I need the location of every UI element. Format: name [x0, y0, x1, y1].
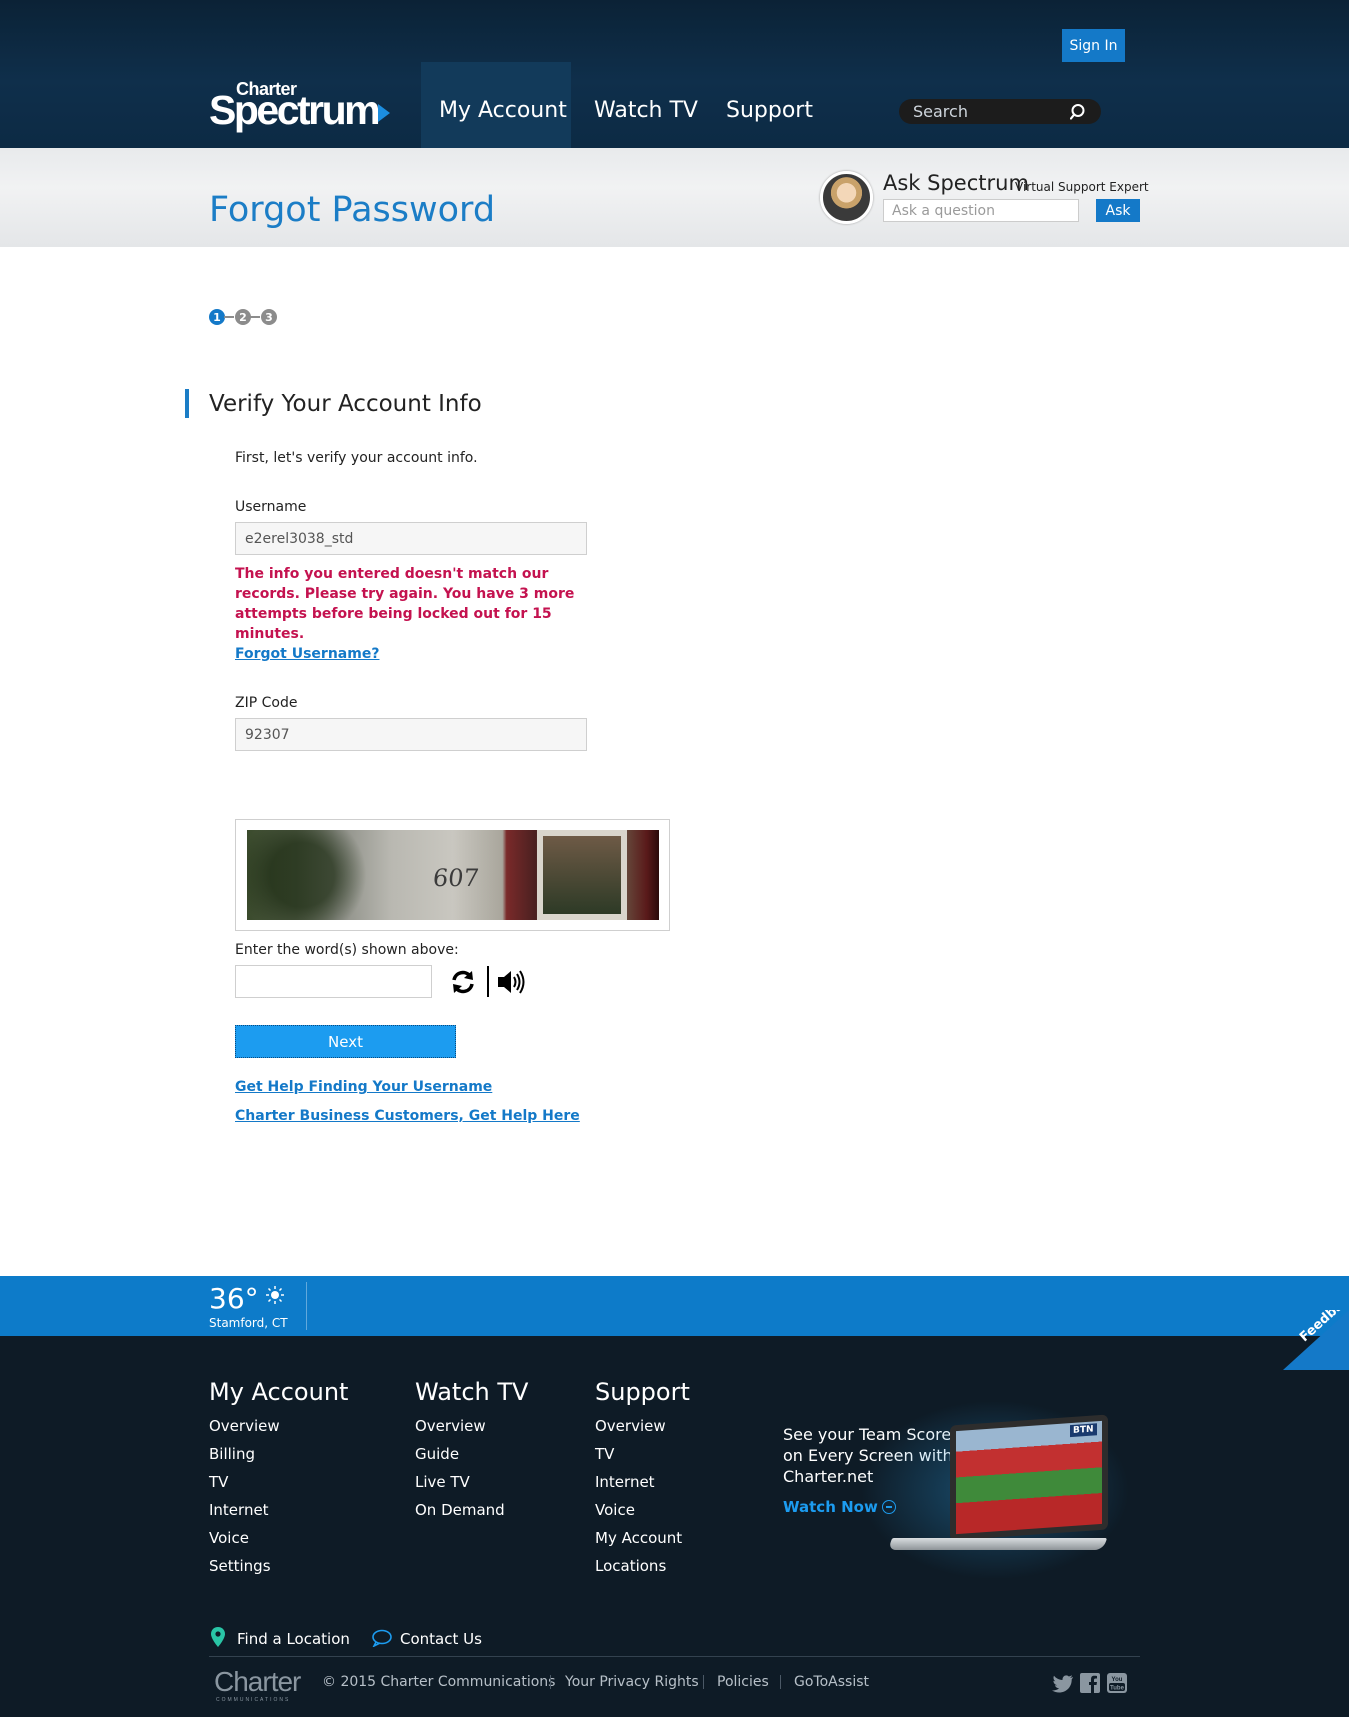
- footer-link-overview[interactable]: Overview: [415, 1416, 486, 1436]
- footer-link-internet[interactable]: Internet: [209, 1500, 269, 1520]
- find-location-link[interactable]: Find a Location: [237, 1629, 350, 1649]
- zip-code-label: ZIP Code: [235, 695, 298, 711]
- privacy-rights-link[interactable]: Your Privacy Rights: [565, 1672, 699, 1692]
- footer-link-voice[interactable]: Voice: [595, 1500, 635, 1520]
- twitter-icon[interactable]: [1052, 1673, 1074, 1693]
- nav-watch-tv[interactable]: Watch TV: [594, 96, 698, 126]
- footer-link-tv[interactable]: TV: [209, 1472, 228, 1492]
- footer-link-guide[interactable]: Guide: [415, 1444, 459, 1464]
- page-title: Forgot Password: [209, 190, 496, 230]
- youtube-icon[interactable]: You Tube: [1106, 1673, 1128, 1693]
- policies-link[interactable]: Policies: [717, 1672, 769, 1692]
- refresh-captcha-icon[interactable]: [449, 968, 477, 996]
- search-icon[interactable]: [1070, 103, 1088, 121]
- footer-link-locations[interactable]: Locations: [595, 1556, 666, 1576]
- captcha-text: 607: [431, 864, 481, 892]
- search-input[interactable]: [913, 101, 1063, 122]
- captcha-divider: [487, 966, 489, 997]
- footer-link-on-demand[interactable]: On Demand: [415, 1500, 505, 1520]
- footer-link-billing[interactable]: Billing: [209, 1444, 255, 1464]
- footer-link-voice[interactable]: Voice: [209, 1528, 249, 1548]
- laptop-screen: BTN: [950, 1414, 1108, 1541]
- help-finding-username-link[interactable]: Get Help Finding Your Username: [235, 1077, 492, 1097]
- step-2-indicator: 2: [235, 309, 251, 325]
- step-1-indicator: 1: [209, 309, 225, 325]
- logo-arrow-icon: [378, 104, 390, 122]
- copyright-text: © 2015 Charter Communications: [322, 1674, 556, 1690]
- captcha-tree-shape: [247, 830, 367, 920]
- step-3-indicator: 3: [261, 309, 277, 325]
- location-pin-icon: [211, 1627, 225, 1647]
- legal-separator: [550, 1675, 551, 1689]
- site-header: Sign In Charter Spectrum My Account Watc…: [0, 0, 1349, 148]
- footer-link-overview[interactable]: Overview: [209, 1416, 280, 1436]
- legal-separator: [780, 1675, 781, 1689]
- sun-icon: [266, 1286, 284, 1304]
- next-button[interactable]: Next: [235, 1025, 456, 1058]
- nav-my-account[interactable]: My Account: [439, 96, 567, 126]
- footer-link-settings[interactable]: Settings: [209, 1556, 271, 1576]
- feedback-tab[interactable]: Feedback: [1283, 1310, 1349, 1370]
- captcha-label: Enter the word(s) shown above:: [235, 942, 459, 958]
- captcha-image: 607: [247, 830, 659, 920]
- forgot-username-link[interactable]: Forgot Username?: [235, 644, 379, 664]
- weather-city: Stamford, CT: [209, 1316, 288, 1330]
- zip-code-field[interactable]: [235, 718, 587, 751]
- weather-bar: [0, 1276, 1349, 1336]
- search-box: [899, 99, 1101, 124]
- ask-spectrum-subtitle: Virtual Support Expert: [1015, 180, 1149, 194]
- footer-col-my-account-title[interactable]: My Account: [209, 1377, 348, 1407]
- nav-support[interactable]: Support: [726, 96, 813, 126]
- virtual-agent-avatar: [820, 171, 873, 224]
- ask-button[interactable]: Ask: [1096, 199, 1140, 222]
- btn-network-logo: BTN: [1070, 1423, 1097, 1438]
- charter-logo-subtext: COMMUNICATIONS: [216, 1697, 291, 1703]
- weather-temperature: 36°: [209, 1282, 259, 1315]
- section-title: Verify Your Account Info: [209, 391, 482, 417]
- facebook-icon[interactable]: [1079, 1673, 1101, 1693]
- stadium-image: [956, 1420, 1102, 1535]
- footer-col-watch-tv-title[interactable]: Watch TV: [415, 1377, 528, 1407]
- intro-text: First, let's verify your account info.: [235, 450, 478, 466]
- captcha-input[interactable]: [235, 965, 432, 998]
- username-field[interactable]: [235, 522, 587, 555]
- error-message: The info you entered doesn't match our r…: [235, 566, 575, 642]
- legal-separator: [703, 1675, 704, 1689]
- laptop-base: [887, 1538, 1108, 1550]
- laptop-promo-image: BTN: [860, 1400, 1130, 1580]
- footer-link-my-account[interactable]: My Account: [595, 1528, 682, 1548]
- svg-text:Tube: Tube: [1110, 1686, 1125, 1692]
- charter-communications-logo[interactable]: Charter COMMUNICATIONS: [214, 1666, 301, 1704]
- logo-spectrum-text: Spectrum: [209, 87, 381, 133]
- business-customers-help-link[interactable]: Charter Business Customers, Get Help Her…: [235, 1106, 580, 1126]
- footer-link-overview[interactable]: Overview: [595, 1416, 666, 1436]
- gotoassist-link[interactable]: GoToAssist: [794, 1672, 869, 1692]
- charter-logo-text: Charter: [214, 1666, 301, 1697]
- footer-link-internet[interactable]: Internet: [595, 1472, 655, 1492]
- footer-col-support-title[interactable]: Support: [595, 1377, 690, 1407]
- captcha-box: 607: [235, 819, 670, 931]
- audio-captcha-icon[interactable]: [496, 968, 526, 996]
- weather-divider: [306, 1282, 307, 1330]
- sign-in-button[interactable]: Sign In: [1062, 29, 1125, 62]
- footer-divider: [209, 1656, 1140, 1657]
- contact-us-link[interactable]: Contact Us: [400, 1629, 482, 1649]
- ask-question-input[interactable]: [883, 199, 1079, 222]
- chat-bubble-icon: [372, 1629, 392, 1647]
- captcha-door-shape: [537, 830, 627, 920]
- ask-spectrum-title: Ask Spectrum: [883, 171, 1029, 195]
- step-connector: [250, 316, 260, 318]
- title-band: [0, 148, 1349, 247]
- username-label: Username: [235, 499, 307, 515]
- step-connector: [224, 316, 234, 318]
- footer-link-tv[interactable]: TV: [595, 1444, 614, 1464]
- svg-text:You: You: [1112, 1677, 1123, 1683]
- section-accent-bar: [185, 389, 189, 418]
- footer-link-live-tv[interactable]: Live TV: [415, 1472, 470, 1492]
